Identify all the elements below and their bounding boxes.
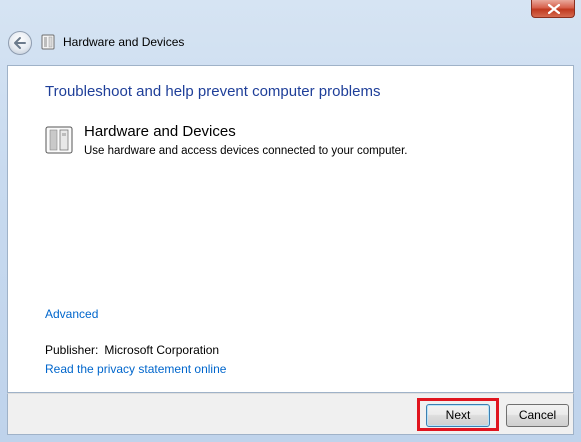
troubleshooter-window: Hardware and Devices Troubleshoot and he… <box>0 0 581 442</box>
navigation-bar: Hardware and Devices <box>0 26 581 60</box>
close-button[interactable] <box>531 0 575 18</box>
close-icon <box>548 4 560 14</box>
page-title: Troubleshoot and help prevent computer p… <box>45 83 381 100</box>
publisher-info: Publisher: Microsoft Corporation <box>45 343 219 357</box>
content-panel: Troubleshoot and help prevent computer p… <box>7 65 574 393</box>
cancel-button[interactable]: Cancel <box>506 404 569 427</box>
publisher-value: Microsoft Corporation <box>104 343 220 357</box>
troubleshooter-description: Use hardware and access devices connecte… <box>84 145 408 157</box>
back-arrow-icon <box>14 37 26 49</box>
troubleshooter-name: Hardware and Devices <box>84 123 236 140</box>
privacy-statement-link[interactable]: Read the privacy statement online <box>45 362 226 376</box>
next-button[interactable]: Next <box>426 404 490 427</box>
hardware-devices-icon <box>45 126 73 154</box>
publisher-label: Publisher: <box>45 343 99 357</box>
hardware-devices-icon <box>41 34 55 50</box>
back-button[interactable] <box>8 31 32 55</box>
advanced-link[interactable]: Advanced <box>45 307 98 321</box>
window-title: Hardware and Devices <box>63 35 185 49</box>
footer-bar: Next Cancel <box>7 393 574 435</box>
